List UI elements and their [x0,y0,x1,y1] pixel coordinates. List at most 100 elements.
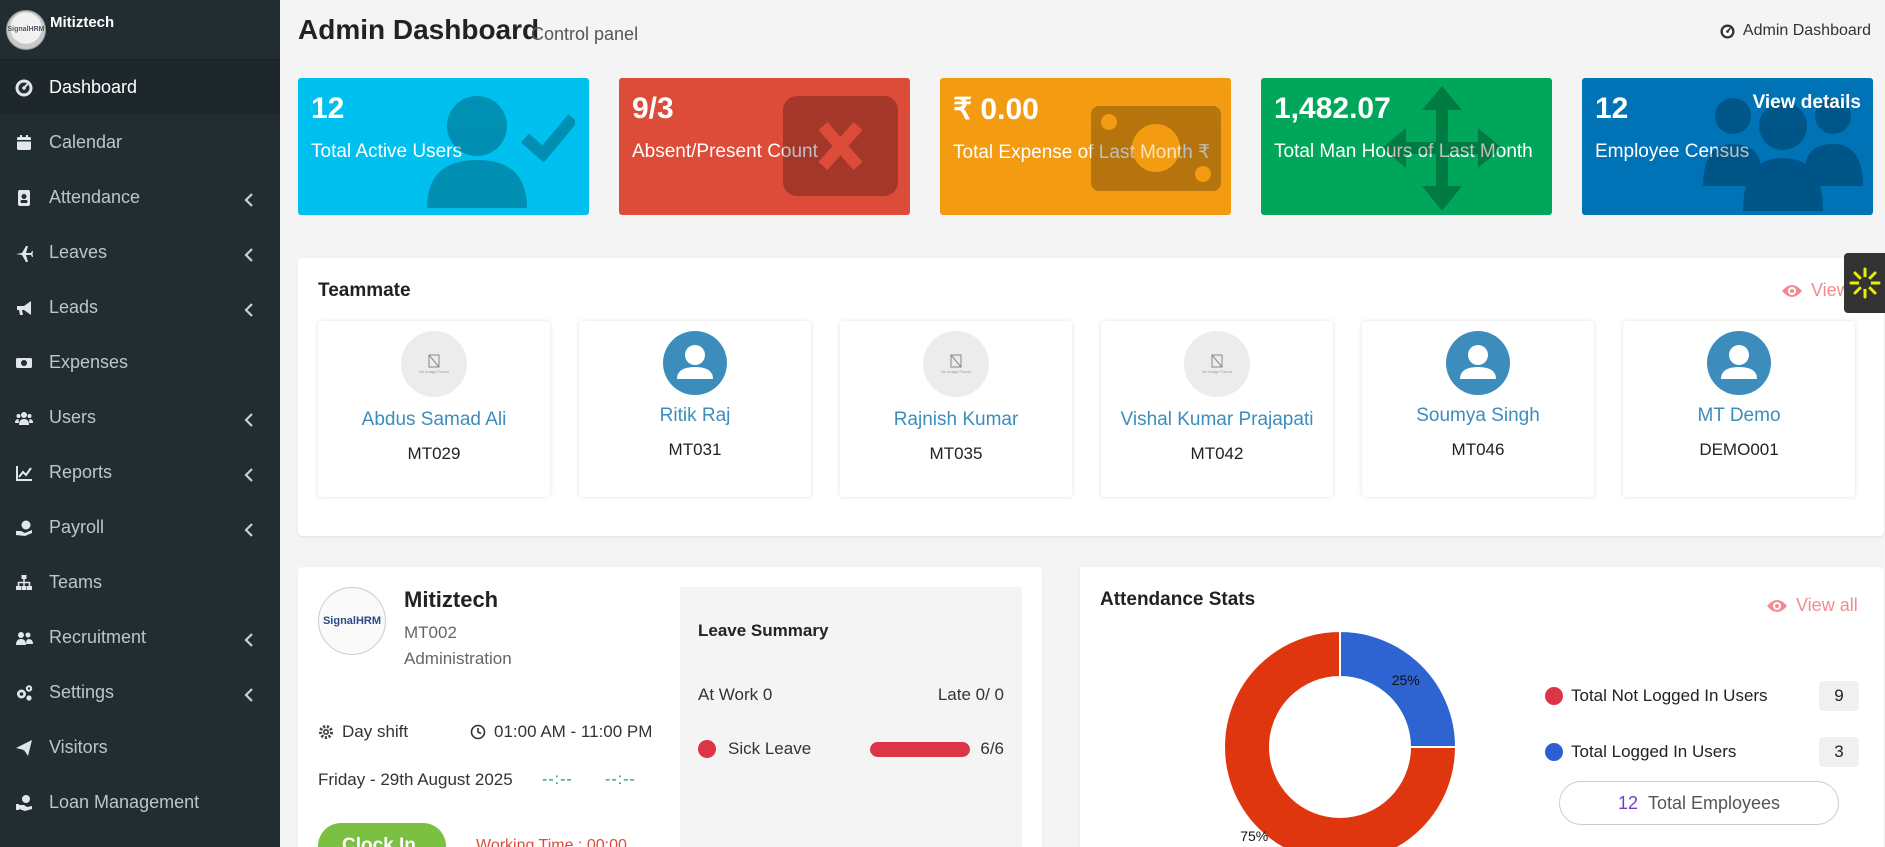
stat-active-users[interactable]: 12 Total Active Users [298,78,589,215]
money-bill-icon [1091,106,1221,191]
teammate-code: MT042 [1190,444,1244,463]
brand[interactable]: SignalHRM Mitiztech [0,0,280,60]
stat-expense[interactable]: ₹ 0.00 Total Expense of Last Month ₹ [940,78,1231,215]
attendance-title: Attendance Stats [1100,589,1256,610]
sidebar-item-users[interactable]: Users [0,390,280,445]
chevron-left-icon [244,521,254,537]
teammate-code: MT035 [929,444,983,463]
company-logo: SignalHRM [318,587,386,655]
stat-employee-census[interactable]: 12 Employee Census View details [1582,78,1873,215]
stat-man-hours[interactable]: 1,482.07 Total Man Hours of Last Month [1261,78,1552,215]
teammate-card[interactable]: No Image Found Abdus Samad Ali MT029 [318,321,550,497]
donut-slice[interactable] [1339,629,1458,748]
teammate-panel: Teammate View all No Image Found Abdus Sa… [298,258,1884,536]
page-subtitle: Control panel [531,24,639,44]
legend-label-not-logged: Total Not Logged In Users [1571,686,1768,705]
no-image-avatar: No Image Found [401,331,467,397]
no-image-text: No Image Found [941,369,971,374]
teammate-name[interactable]: Abdus Samad Ali [318,409,550,431]
sick-leave-row: Sick Leave 6/6 [698,739,1004,759]
main-content: Admin Dashboard Control panel Admin Dash… [280,0,1885,847]
sidebar-item-label: Expenses [49,352,129,372]
stat-absent-present[interactable]: 9/3 Absent/Present Count [619,78,910,215]
eye-icon [1767,599,1787,612]
no-image-icon [1211,354,1223,368]
teammate-code: DEMO001 [1699,440,1779,459]
sidebar-item-reports[interactable]: Reports [0,445,280,500]
shift-time: 01:00 AM - 11:00 PM [470,722,652,742]
sidebar-item-recruitment[interactable]: Recruitment [0,610,280,665]
legend-not-logged: Total Not Logged In Users 9 [1545,681,1859,711]
chevron-left-icon [244,411,254,427]
stat-value: ₹ 0.00 [953,93,1039,126]
teammate-code: MT031 [668,440,722,459]
eye-icon [1782,284,1802,297]
clock-icon [470,724,486,740]
sidebar-item-calendar[interactable]: Calendar [0,115,280,170]
sick-leave-value: 6/6 [980,739,1004,758]
stat-value: 9/3 [632,92,674,125]
sidebar-item-dashboard[interactable]: Dashboard [0,60,280,115]
profile-panel: SignalHRM Mitiztech MT002 Administration… [298,567,1042,847]
teammate-card[interactable]: No Image Found Rajnish Kumar MT035 [840,321,1072,497]
user-check-icon [427,96,575,208]
clock-in-time: --:-- [542,771,573,788]
sidebar-item-label: Visitors [49,737,108,757]
arrows-move-icon [1382,86,1502,211]
chevron-left-icon [244,191,254,207]
attendance-panel: Attendance Stats View all 75% 25% Total N… [1080,567,1884,847]
stat-value: 12 [311,92,345,125]
legend-logged: Total Logged In Users 3 [1545,737,1859,767]
stat-value: 1,482.07 [1274,92,1391,125]
view-details-link[interactable]: View details [1753,92,1861,114]
shift-time-label: 01:00 AM - 11:00 PM [494,722,653,741]
sidebar-item-leaves[interactable]: Leaves [0,225,280,280]
teammate-card[interactable]: Soumya Singh MT046 [1362,321,1594,497]
shift-info: Day shift [318,722,408,742]
teammate-name[interactable]: Soumya Singh [1362,405,1594,427]
users-icon [12,406,36,430]
not-logged-count-badge: 9 [1819,681,1859,711]
brand-name: Mitiztech [50,14,115,31]
megaphone-icon [12,296,36,320]
sidebar-item-label: Calendar [49,132,123,152]
teammate-name[interactable]: Rajnish Kumar [840,409,1072,431]
teammate-card[interactable]: Ritik Raj MT031 [579,321,811,497]
help-widget-button[interactable] [1844,253,1885,313]
teammate-code: MT046 [1451,440,1505,459]
sidebar-item-loan-management[interactable]: Loan Management [0,775,280,830]
sick-leave-dot [698,740,716,758]
teammate-name[interactable]: MT Demo [1623,405,1855,427]
attendance-view-all-link[interactable]: View all [1766,595,1858,616]
total-employees-label: Total Employees [1647,792,1781,813]
sidebar-item-payroll[interactable]: Payroll [0,500,280,555]
sidebar-item-settings[interactable]: Settings [0,665,280,720]
sparkle-icon [1849,267,1880,299]
breadcrumb[interactable]: Admin Dashboard [1720,22,1871,40]
sidebar-item-attendance[interactable]: Attendance [0,170,280,225]
teammate-name[interactable]: Vishal Kumar Prajapati [1101,409,1333,431]
teammate-name[interactable]: Ritik Raj [579,405,811,427]
hand-money-icon [12,516,36,540]
teammate-card[interactable]: MT Demo DEMO001 [1623,321,1855,497]
sidebar-item-leads[interactable]: Leads [0,280,280,335]
clock-in-button[interactable]: Clock In [318,823,446,847]
user-avatar-icon [1446,331,1510,395]
page-title: Admin Dashboard [298,14,540,45]
sidebar-item-expenses[interactable]: Expenses [0,335,280,390]
sidebar-item-visitors[interactable]: Visitors [0,720,280,775]
sidebar-item-teams[interactable]: Teams [0,555,280,610]
chevron-left-icon [244,466,254,482]
profile-code: MT002 [404,623,457,642]
total-employees-pill[interactable]: 12 Total Employees [1559,781,1839,825]
plane-icon [12,241,36,265]
teammate-card[interactable]: No Image Found Vishal Kumar Prajapati MT04… [1101,321,1333,497]
chevron-left-icon [244,301,254,317]
breadcrumb-label: Admin Dashboard [1742,22,1871,39]
no-image-text: No Image Found [419,369,449,374]
teammate-title: Teammate [318,280,411,301]
working-time: Working Time : 00:00 [476,837,627,847]
sidebar-item-label: Teams [49,572,103,592]
sidebar: SignalHRM Mitiztech Dashboard Calendar Att… [0,0,280,847]
current-date-label: Friday - 29th August 2025 [318,770,513,789]
